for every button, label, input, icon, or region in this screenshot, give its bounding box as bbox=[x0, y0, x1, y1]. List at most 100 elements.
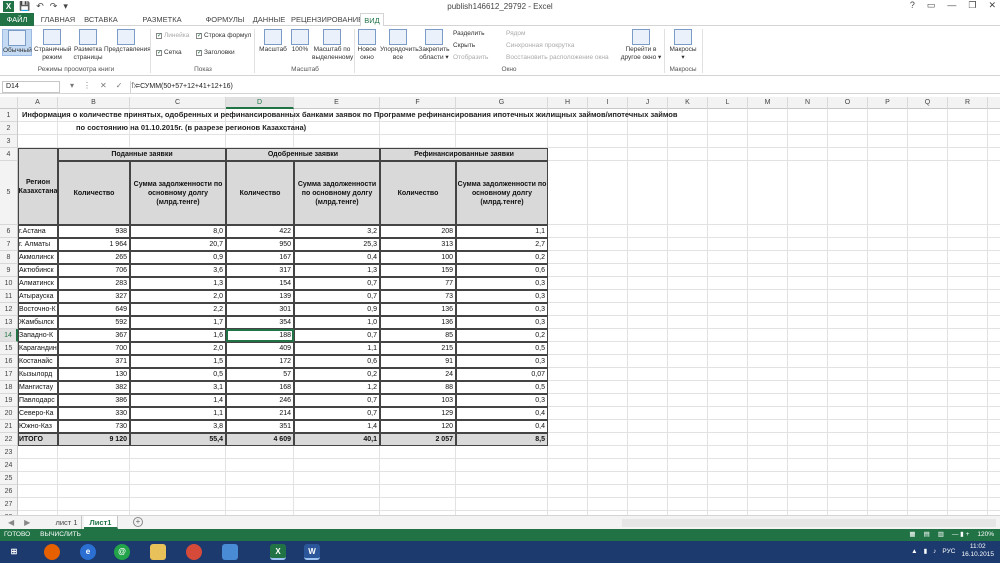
tray-arrow-icon[interactable]: ▲ bbox=[911, 548, 917, 555]
tab-insert[interactable]: ВСТАВКА bbox=[81, 13, 121, 26]
ruler-checkbox[interactable]: ✓ Линейка bbox=[156, 32, 189, 39]
value-cell[interactable]: 730 bbox=[58, 420, 130, 433]
value-cell[interactable]: 1,2 bbox=[294, 381, 380, 394]
value-cell[interactable]: 0,07 bbox=[456, 368, 548, 381]
value-cell[interactable]: 371 bbox=[58, 355, 130, 368]
worksheet-grid[interactable]: ABCDEFGHIJKLMNOPQR 1 2 3 4 5 6 7 8 9 10 11 12 13 14 15… bbox=[0, 97, 1000, 515]
value-cell[interactable]: 25,3 bbox=[294, 238, 380, 251]
value-cell[interactable]: 129 bbox=[380, 407, 456, 420]
value-cell[interactable]: 351 bbox=[226, 420, 294, 433]
value-cell[interactable]: 313 bbox=[380, 238, 456, 251]
gridlines-checkbox[interactable]: ✓ Сетка bbox=[156, 49, 182, 56]
value-cell[interactable]: 0,2 bbox=[456, 251, 548, 264]
value-cell[interactable]: 2,2 bbox=[130, 303, 226, 316]
value-cell[interactable]: 0,7 bbox=[294, 394, 380, 407]
formula-bar-checkbox[interactable]: ✓ Строка формул bbox=[196, 32, 251, 39]
zoom-100-button[interactable]: 100% bbox=[290, 29, 310, 54]
value-cell[interactable]: 136 bbox=[380, 316, 456, 329]
add-sheet-icon[interactable]: + bbox=[133, 517, 143, 527]
region-cell[interactable]: Жамбылск bbox=[18, 316, 58, 329]
header-count[interactable]: Количество bbox=[58, 161, 130, 225]
row-header[interactable]: 6 bbox=[0, 225, 18, 238]
value-cell[interactable]: 130 bbox=[58, 368, 130, 381]
value-cell[interactable]: 159 bbox=[380, 264, 456, 277]
value-cell[interactable]: 950 bbox=[226, 238, 294, 251]
value-cell[interactable]: 73 bbox=[380, 290, 456, 303]
value-cell[interactable]: 0,3 bbox=[456, 303, 548, 316]
value-cell[interactable]: 154 bbox=[226, 277, 294, 290]
side-by-side-button[interactable]: Рядом bbox=[506, 30, 526, 37]
row-header[interactable]: 15 bbox=[0, 342, 18, 355]
total-value[interactable]: 8,5 bbox=[456, 433, 548, 446]
value-cell[interactable]: 0,3 bbox=[456, 355, 548, 368]
value-cell[interactable]: 3,2 bbox=[294, 225, 380, 238]
value-cell[interactable]: 409 bbox=[226, 342, 294, 355]
select-all-corner[interactable] bbox=[0, 97, 18, 109]
page-break-status-icon[interactable]: ▥ bbox=[938, 529, 944, 541]
row-header[interactable]: 14 bbox=[0, 329, 18, 342]
row-header[interactable]: 11 bbox=[0, 290, 18, 303]
column-header[interactable]: L bbox=[708, 97, 748, 109]
unhide-button[interactable]: Отобразить bbox=[453, 54, 488, 61]
header-debt[interactable]: Сумма задолженности по основному долгу (… bbox=[456, 161, 548, 225]
tab-page-layout[interactable]: РАЗМЕТКА СТРАНИЦЫ bbox=[123, 13, 201, 37]
tab-data[interactable]: ДАННЫЕ bbox=[249, 13, 289, 26]
total-value[interactable]: 9 120 bbox=[58, 433, 130, 446]
row-header[interactable]: 22 bbox=[0, 433, 18, 446]
column-header[interactable]: N bbox=[788, 97, 828, 109]
region-cell[interactable]: Акмолинск bbox=[18, 251, 58, 264]
value-cell[interactable]: 24 bbox=[380, 368, 456, 381]
value-cell[interactable]: 88 bbox=[380, 381, 456, 394]
region-cell[interactable]: г. Алматы bbox=[18, 238, 58, 251]
volume-icon[interactable]: ♪ bbox=[933, 548, 936, 555]
total-label[interactable]: ИТОГО bbox=[18, 433, 58, 446]
value-cell[interactable]: 120 bbox=[380, 420, 456, 433]
value-cell[interactable]: 168 bbox=[226, 381, 294, 394]
header-count[interactable]: Количество bbox=[380, 161, 456, 225]
column-header[interactable]: H bbox=[548, 97, 588, 109]
value-cell[interactable]: 367 bbox=[58, 329, 130, 342]
value-cell[interactable]: 0,6 bbox=[456, 264, 548, 277]
row-header[interactable]: 25 bbox=[0, 472, 18, 485]
value-cell[interactable]: 215 bbox=[380, 342, 456, 355]
row-header[interactable]: 7 bbox=[0, 238, 18, 251]
value-cell[interactable]: 208 bbox=[380, 225, 456, 238]
row-header[interactable]: 17 bbox=[0, 368, 18, 381]
region-cell[interactable]: Южно-Каз bbox=[18, 420, 58, 433]
region-cell[interactable]: Атырауска bbox=[18, 290, 58, 303]
restore-icon[interactable]: ❐ bbox=[968, 0, 976, 11]
value-cell[interactable]: 0,3 bbox=[456, 394, 548, 407]
value-cell[interactable]: 2,7 bbox=[456, 238, 548, 251]
value-cell[interactable]: 265 bbox=[58, 251, 130, 264]
total-value[interactable]: 40,1 bbox=[294, 433, 380, 446]
value-cell[interactable]: 3,1 bbox=[130, 381, 226, 394]
region-cell[interactable]: Костанайс bbox=[18, 355, 58, 368]
value-cell[interactable]: 0,7 bbox=[294, 277, 380, 290]
name-box[interactable]: D14 bbox=[2, 81, 60, 93]
sync-scroll-button[interactable]: Синхронная прокрутка bbox=[506, 42, 574, 49]
value-cell[interactable]: 0,9 bbox=[294, 303, 380, 316]
column-header[interactable]: O bbox=[828, 97, 868, 109]
value-cell[interactable]: 649 bbox=[58, 303, 130, 316]
headings-checkbox[interactable]: ✓ Заголовки bbox=[196, 49, 235, 56]
value-cell[interactable]: 1,3 bbox=[130, 277, 226, 290]
value-cell[interactable]: 91 bbox=[380, 355, 456, 368]
normal-view-button[interactable]: Обычный bbox=[2, 29, 32, 56]
header-refinanced[interactable]: Рефинансированные заявки bbox=[380, 148, 548, 161]
row-header[interactable]: 12 bbox=[0, 303, 18, 316]
value-cell[interactable]: 0,3 bbox=[456, 290, 548, 303]
column-header[interactable]: C bbox=[130, 97, 226, 109]
row-header[interactable]: 24 bbox=[0, 459, 18, 472]
chevron-down-icon[interactable]: ▾ bbox=[70, 81, 74, 90]
row-header[interactable]: 27 bbox=[0, 498, 18, 511]
value-cell[interactable]: 327 bbox=[58, 290, 130, 303]
page-break-view-button[interactable]: Страничный режим bbox=[34, 29, 71, 61]
column-header[interactable]: A bbox=[18, 97, 58, 109]
value-cell[interactable]: 1 964 bbox=[58, 238, 130, 251]
region-cell[interactable]: Северо-Ка bbox=[18, 407, 58, 420]
photos-icon[interactable] bbox=[222, 544, 238, 560]
value-cell[interactable]: 382 bbox=[58, 381, 130, 394]
folder-icon[interactable] bbox=[150, 544, 166, 560]
at-icon[interactable]: @ bbox=[114, 544, 130, 560]
normal-view-status-icon[interactable]: ▦ bbox=[909, 529, 915, 541]
